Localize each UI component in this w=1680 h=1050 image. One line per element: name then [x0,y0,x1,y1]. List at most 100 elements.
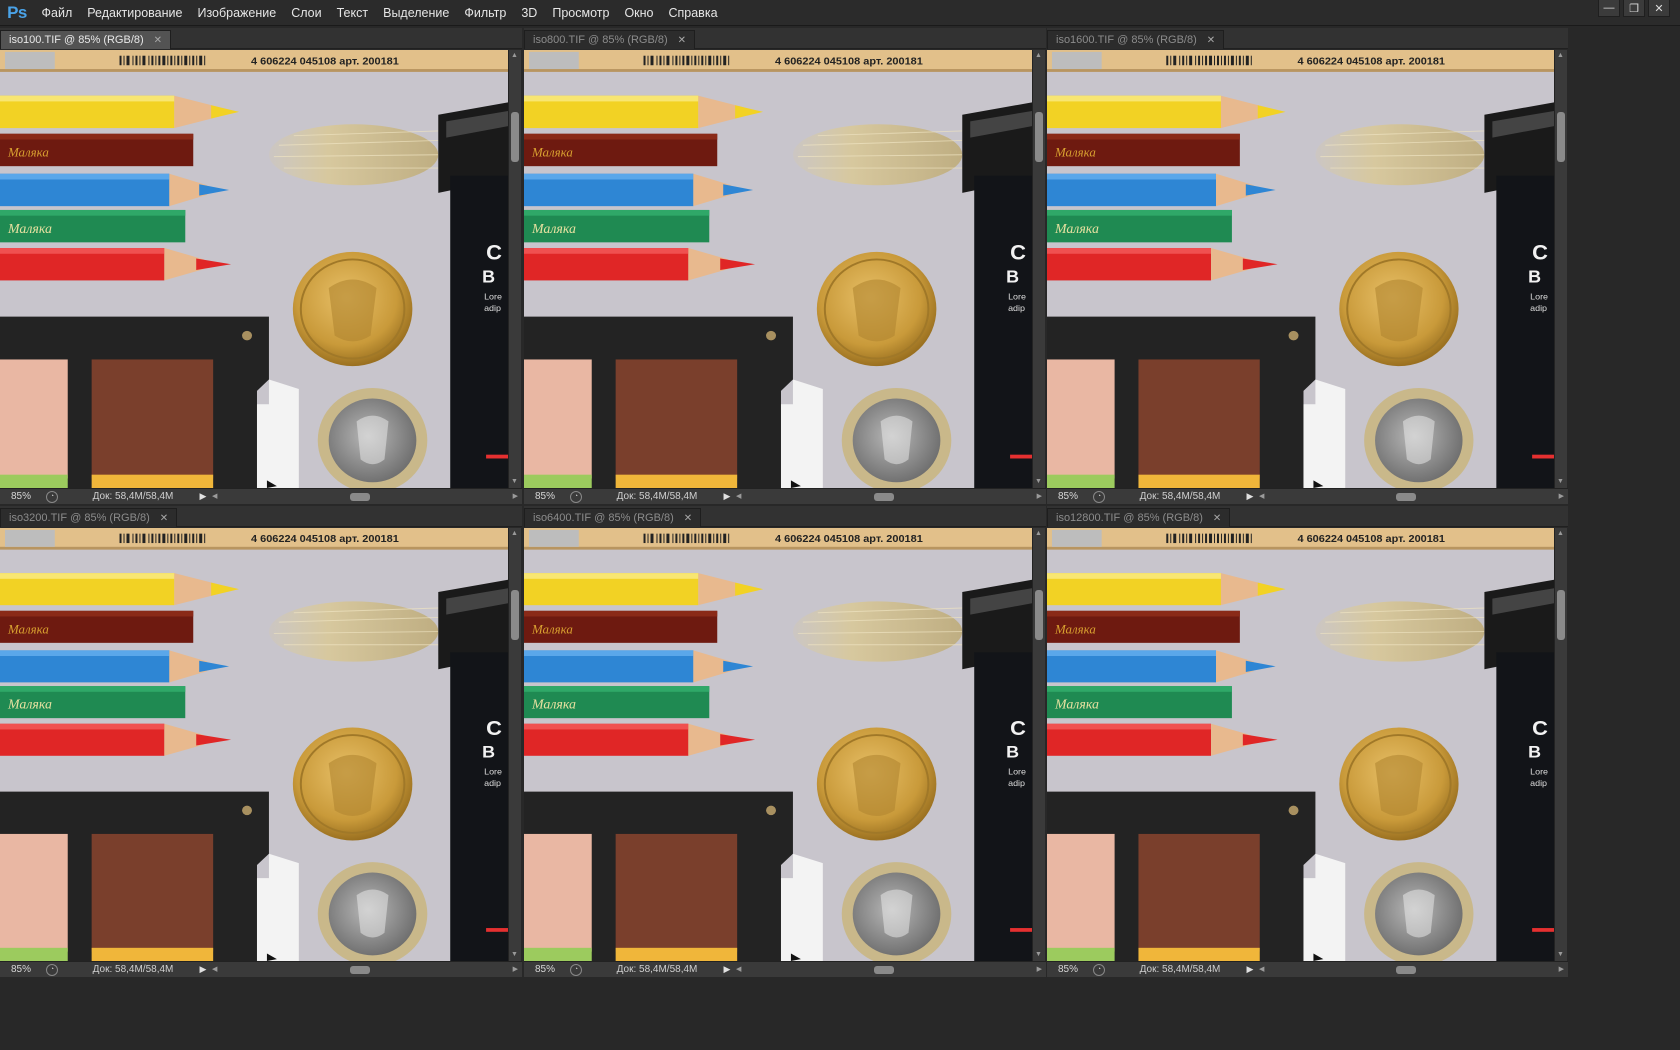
menu-item[interactable]: Просмотр [545,0,617,26]
document-canvas[interactable]: 4 606224 045108 арт. 200181 Маляка Маляк… [524,528,1032,961]
scroll-down-icon[interactable]: ▼ [511,478,518,486]
scrollbar-thumb[interactable] [349,492,370,501]
status-info-icon[interactable]: ◔ [1093,963,1105,976]
scroll-left-icon[interactable]: ◀ [736,964,741,976]
status-menu-arrow-icon[interactable]: ▶ [722,491,732,502]
scroll-down-icon[interactable]: ▼ [1035,951,1042,959]
horizontal-scrollbar[interactable]: ◀ ▶ [212,963,518,976]
menu-item[interactable]: Выделение [376,0,457,26]
scroll-up-icon[interactable]: ▲ [511,530,518,538]
scroll-right-icon[interactable]: ▶ [513,964,518,976]
menu-item[interactable]: 3D [514,0,545,26]
horizontal-scrollbar[interactable]: ◀ ▶ [212,490,518,503]
status-menu-arrow-icon[interactable]: ▶ [198,964,208,975]
scrollbar-thumb[interactable] [1396,492,1417,501]
scroll-up-icon[interactable]: ▲ [1035,530,1042,538]
menu-item[interactable]: Редактирование [80,0,190,26]
zoom-level[interactable]: 85% [524,491,566,502]
scrollbar-thumb[interactable] [1396,965,1417,974]
vertical-scrollbar[interactable]: ▲ ▼ [1032,528,1045,961]
horizontal-scrollbar[interactable]: ◀ ▶ [736,490,1042,503]
status-info-icon[interactable]: ◔ [46,490,58,503]
vertical-scrollbar[interactable]: ▲ ▼ [1032,50,1045,488]
scroll-left-icon[interactable]: ◀ [1259,491,1264,503]
zoom-level[interactable]: 85% [1047,491,1089,502]
close-tab-icon[interactable]: ✕ [154,35,162,46]
scroll-down-icon[interactable]: ▼ [1035,478,1042,486]
zoom-level[interactable]: 85% [0,491,42,502]
scrollbar-thumb[interactable] [511,590,519,640]
menu-item[interactable]: Справка [661,0,725,26]
vertical-scrollbar[interactable]: ▲ ▼ [1554,50,1567,488]
close-tab-icon[interactable]: ✕ [1207,35,1215,46]
document-tab[interactable]: iso800.TIF @ 85% (RGB/8) ✕ [524,30,696,49]
scrollbar-thumb[interactable] [873,965,894,974]
document-canvas[interactable]: 4 606224 045108 арт. 200181 Маляка Маляк… [0,528,508,961]
document-tab[interactable]: iso3200.TIF @ 85% (RGB/8) ✕ [0,508,178,527]
status-info-icon[interactable]: ◔ [570,490,582,503]
scrollbar-thumb[interactable] [1035,590,1043,640]
horizontal-scrollbar[interactable]: ◀ ▶ [1259,490,1564,503]
vertical-scrollbar[interactable]: ▲ ▼ [1554,528,1567,961]
status-menu-arrow-icon[interactable]: ▶ [1245,964,1255,975]
vertical-scrollbar[interactable]: ▲ ▼ [508,50,521,488]
scroll-up-icon[interactable]: ▲ [511,52,518,60]
horizontal-scrollbar[interactable]: ◀ ▶ [736,963,1042,976]
scroll-left-icon[interactable]: ◀ [736,491,741,503]
scroll-down-icon[interactable]: ▼ [1557,478,1564,486]
scroll-down-icon[interactable]: ▼ [1557,951,1564,959]
menu-item[interactable]: Фильтр [457,0,514,26]
menu-item[interactable]: Текст [329,0,375,26]
document-tab[interactable]: iso12800.TIF @ 85% (RGB/8) ✕ [1047,508,1231,527]
status-info-icon[interactable]: ◔ [46,963,58,976]
scroll-right-icon[interactable]: ▶ [1559,491,1564,503]
scroll-right-icon[interactable]: ▶ [513,491,518,503]
scroll-up-icon[interactable]: ▲ [1557,530,1564,538]
scroll-right-icon[interactable]: ▶ [1037,491,1042,503]
scroll-down-icon[interactable]: ▼ [511,951,518,959]
scroll-right-icon[interactable]: ▶ [1559,964,1564,976]
document-canvas[interactable]: 4 606224 045108 арт. 200181 Маляка Маляк… [1047,528,1554,961]
scrollbar-thumb[interactable] [511,112,519,162]
scrollbar-thumb[interactable] [873,492,894,501]
scroll-up-icon[interactable]: ▲ [1557,52,1564,60]
scroll-left-icon[interactable]: ◀ [1259,964,1264,976]
vertical-scrollbar[interactable]: ▲ ▼ [508,528,521,961]
menu-item[interactable]: Слои [284,0,329,26]
close-tab-icon[interactable]: ✕ [160,513,168,524]
zoom-level[interactable]: 85% [1047,964,1089,975]
scroll-right-icon[interactable]: ▶ [1037,964,1042,976]
status-menu-arrow-icon[interactable]: ▶ [1245,491,1255,502]
horizontal-scrollbar[interactable]: ◀ ▶ [1259,963,1564,976]
menu-item[interactable]: Файл [34,0,80,26]
document-tab[interactable]: iso1600.TIF @ 85% (RGB/8) ✕ [1047,30,1225,49]
document-canvas[interactable]: 4 606224 045108 арт. 200181 Маляка Маляк… [1047,50,1554,488]
status-info-icon[interactable]: ◔ [570,963,582,976]
document-tab[interactable]: iso6400.TIF @ 85% (RGB/8) ✕ [524,508,702,527]
close-tab-icon[interactable]: ✕ [1213,513,1221,524]
menu-item[interactable]: Окно [617,0,661,26]
menu-item[interactable]: Изображение [190,0,284,26]
close-tab-icon[interactable]: ✕ [684,513,692,524]
scroll-left-icon[interactable]: ◀ [212,964,217,976]
zoom-level[interactable]: 85% [524,964,566,975]
document-tab[interactable]: iso100.TIF @ 85% (RGB/8) ✕ [0,30,172,49]
close-icon[interactable]: ✕ [1648,0,1670,17]
scroll-up-icon[interactable]: ▲ [1035,52,1042,60]
document-canvas[interactable]: 4 606224 045108 арт. 200181 Маляка Маляк… [524,50,1032,488]
scrollbar-thumb[interactable] [1557,590,1565,640]
minimize-icon[interactable]: — [1598,0,1620,17]
scrollbar-thumb[interactable] [1557,112,1565,162]
status-info-icon[interactable]: ◔ [1093,490,1105,503]
pencil-brand-text: Маляка [531,146,573,160]
close-tab-icon[interactable]: ✕ [678,35,686,46]
scrollbar-thumb[interactable] [349,965,370,974]
scroll-left-icon[interactable]: ◀ [212,491,217,503]
restore-icon[interactable]: ❐ [1623,0,1645,17]
status-menu-arrow-icon[interactable]: ▶ [722,964,732,975]
scrollbar-thumb[interactable] [1035,112,1043,162]
status-menu-arrow-icon[interactable]: ▶ [198,491,208,502]
document-canvas[interactable]: 4 606224 045108 арт. 200181 Маляка Маляк… [0,50,508,488]
zoom-level[interactable]: 85% [0,964,42,975]
status-bar: 85% ◔ Док: 58,4M/58,4M ▶ ◀ ▶ [0,488,522,504]
